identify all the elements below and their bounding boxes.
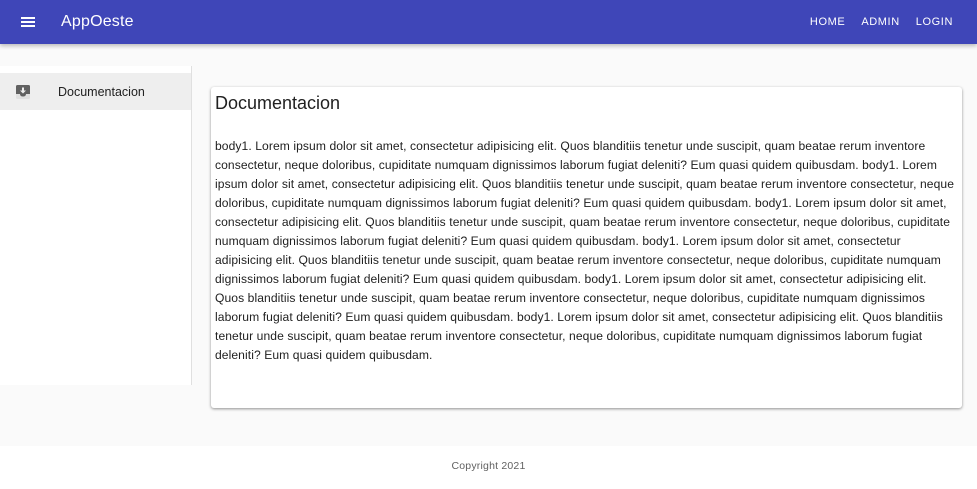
- menu-icon: [21, 17, 35, 27]
- sidebar-item-documentacion[interactable]: Documentacion: [0, 73, 191, 110]
- content-card: Documentacion body1. Lorem ipsum dolor s…: [211, 87, 962, 408]
- inbox-download-icon: [15, 84, 31, 100]
- copyright-text: Copyright 2021: [451, 460, 526, 472]
- app-bar: AppOeste HOME ADMIN LOGIN: [0, 0, 977, 44]
- page-title: Documentacion: [215, 93, 341, 113]
- app-title: AppOeste: [61, 13, 134, 30]
- footer: Copyright 2021: [0, 446, 977, 489]
- body-text: body1. Lorem ipsum dolor sit amet, conse…: [215, 139, 954, 362]
- menu-button[interactable]: [16, 10, 40, 34]
- nav-admin-link[interactable]: ADMIN: [853, 0, 907, 44]
- sidebar: Documentacion: [0, 66, 192, 385]
- nav-login-link[interactable]: LOGIN: [908, 0, 977, 44]
- top-nav: HOME ADMIN LOGIN: [802, 0, 977, 44]
- sidebar-item-label: Documentacion: [58, 85, 145, 99]
- nav-home-link[interactable]: HOME: [802, 0, 853, 44]
